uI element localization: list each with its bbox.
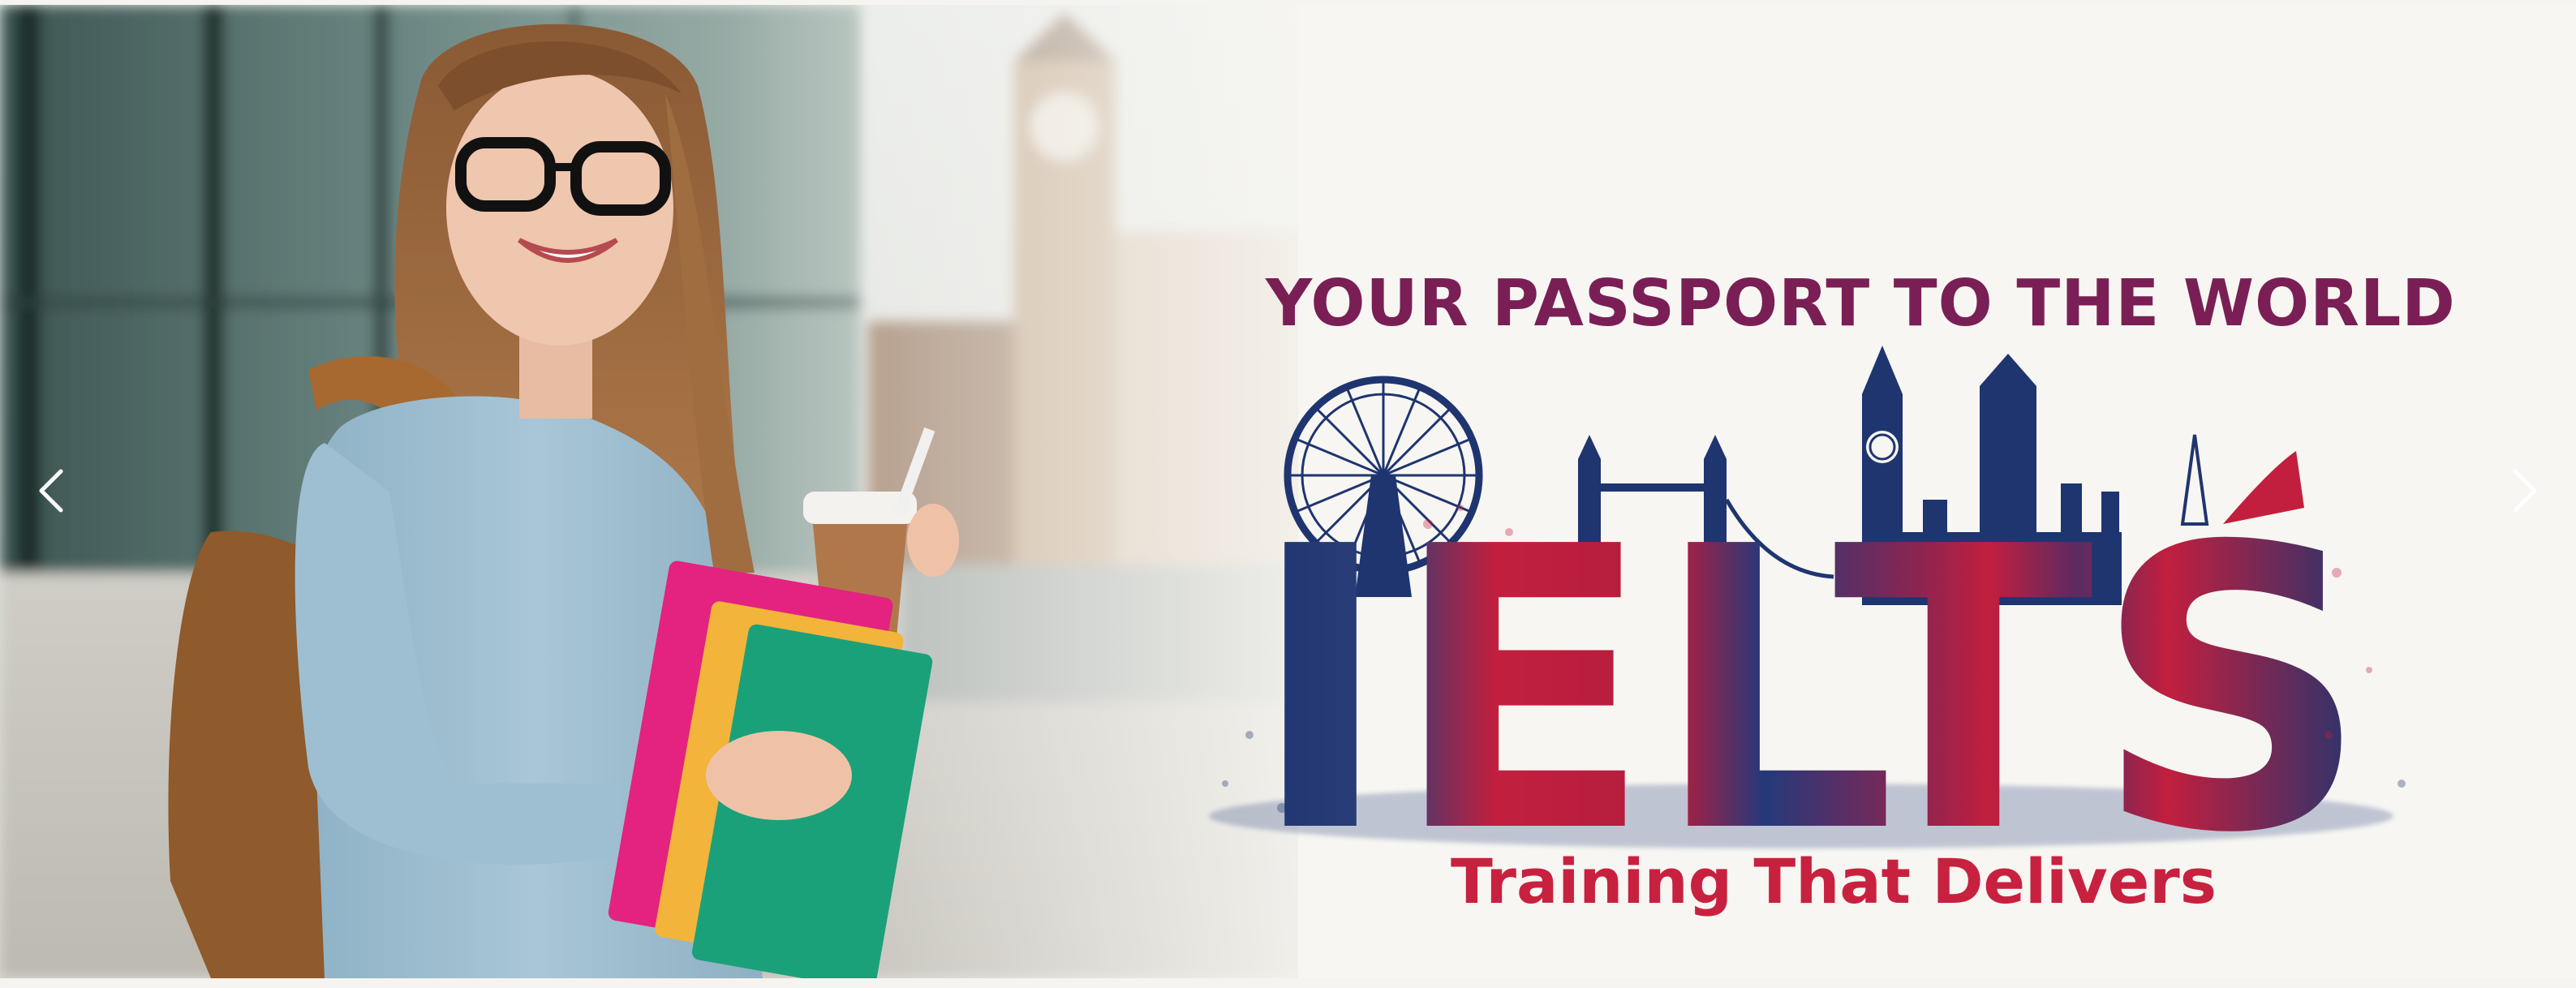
- tagline-text: Training That Delivers: [1451, 845, 2217, 917]
- hero-photo: IELTS: [0, 5, 2576, 978]
- chevron-left-icon: [39, 469, 63, 513]
- carousel-prev-button[interactable]: [23, 462, 80, 519]
- carousel-slide: IELTS YOUR PASSPORT TO THE WORLD Trainin…: [0, 5, 2576, 978]
- hero-carousel: IELTS YOUR PASSPORT TO THE WORLD Trainin…: [0, 0, 2576, 988]
- chevron-right-icon: [2513, 469, 2537, 513]
- headline-text: YOUR PASSPORT TO THE WORLD: [1266, 266, 2456, 341]
- carousel-next-button[interactable]: [2496, 462, 2553, 519]
